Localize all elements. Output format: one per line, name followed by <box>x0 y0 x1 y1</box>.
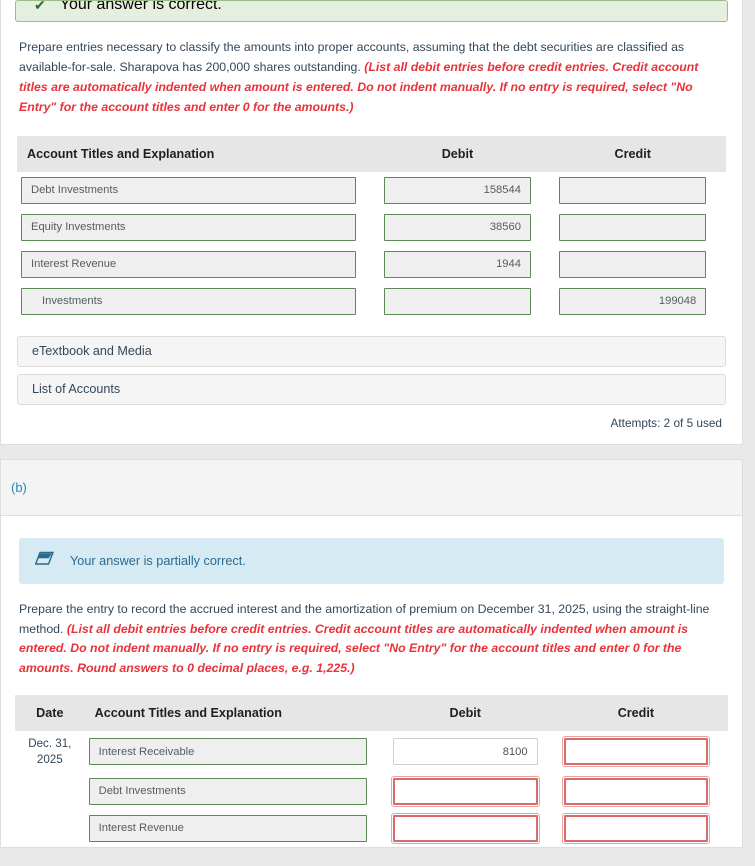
table-row: Debt Investments 158544 <box>17 172 726 209</box>
account-title-input[interactable]: Interest Receivable <box>88 738 367 766</box>
page-root: ✔ Your answer is correct. Prepare entrie… <box>0 0 755 866</box>
account-title-input[interactable]: Interest Revenue <box>88 814 367 842</box>
attempts-status: Attempts: 2 of 5 used <box>610 415 722 430</box>
credit-amount-input[interactable]: 199048 <box>559 287 707 315</box>
column-header-date: Date <box>15 695 85 732</box>
debit-amount-input[interactable]: 8100 <box>392 738 538 766</box>
partial-icon <box>34 551 55 571</box>
column-spacer <box>370 695 389 732</box>
column-spacer <box>712 695 728 732</box>
table-row: Dec. 31, 2025 Interest Receivable 8100 <box>15 731 728 772</box>
credit-amount-input[interactable] <box>561 812 711 844</box>
table-header-row: Date Account Titles and Explanation Debi… <box>15 695 728 732</box>
credit-amount-input[interactable] <box>559 250 707 278</box>
debit-amount-input[interactable]: 38560 <box>383 213 531 241</box>
table-row: Interest Revenue <box>15 810 728 847</box>
credit-amount-input[interactable] <box>561 736 711 768</box>
journal-entry-table-a: Account Titles and Explanation Debit Cre… <box>17 135 726 320</box>
column-header-credit: Credit <box>559 695 713 732</box>
status-banner-partial: Your answer is partially correct. <box>19 537 724 584</box>
account-title-input[interactable]: Interest Revenue <box>21 250 356 278</box>
account-title-input[interactable]: Debt Investments <box>21 176 356 204</box>
etextbook-and-media-button[interactable]: eTextbook and Media <box>17 335 726 367</box>
section-b-card: Your answer is partially correct. Prepar… <box>0 514 743 848</box>
entry-date <box>15 810 85 847</box>
section-b-prompt: Prepare the entry to record the accrued … <box>1 584 742 684</box>
account-title-input[interactable]: Equity Investments <box>21 213 356 241</box>
debit-amount-input[interactable]: 1944 <box>383 250 531 278</box>
list-of-accounts-button[interactable]: List of Accounts <box>17 373 726 405</box>
credit-amount-input[interactable] <box>559 213 707 241</box>
check-icon: ✔ <box>34 0 46 13</box>
table-row: Equity Investments 38560 <box>17 209 726 246</box>
column-spacer <box>534 135 556 172</box>
column-header-account: Account Titles and Explanation <box>17 135 360 172</box>
column-header-credit: Credit <box>555 135 711 172</box>
status-banner-partial-text: Your answer is partially correct. <box>70 553 246 568</box>
entry-date: Dec. 31, 2025 <box>28 737 72 766</box>
table-row: Interest Revenue 1944 <box>17 246 726 283</box>
debit-amount-input[interactable] <box>390 775 540 807</box>
credit-amount-input[interactable] <box>559 176 707 204</box>
section-b-table-wrapper: Date Account Titles and Explanation Debi… <box>1 683 742 846</box>
column-spacer <box>359 135 380 172</box>
column-header-account: Account Titles and Explanation <box>84 695 371 732</box>
section-b-header: (b) <box>0 458 743 515</box>
debit-amount-input[interactable] <box>383 287 531 315</box>
debit-amount-input[interactable] <box>390 812 540 844</box>
column-spacer <box>710 135 726 172</box>
credit-amount-input[interactable] <box>561 775 711 807</box>
journal-entry-rows-b: Dec. 31, 2025 Interest Receivable 8100 D… <box>15 731 728 846</box>
section-divider <box>0 445 755 459</box>
section-a-table-wrapper: Account Titles and Explanation Debit Cre… <box>1 122 742 320</box>
section-b-prompt-instructions: (List all debit entries before credit en… <box>19 621 688 676</box>
section-a-actions: eTextbook and Media List of Accounts <box>1 320 742 405</box>
journal-entry-table-b: Date Account Titles and Explanation Debi… <box>15 695 728 846</box>
table-row: Debt Investments <box>15 773 728 810</box>
table-header-row: Account Titles and Explanation Debit Cre… <box>17 135 726 172</box>
account-title-input[interactable]: Debt Investments <box>88 777 367 805</box>
account-title-input[interactable]: Investments <box>21 287 356 315</box>
column-header-debit: Debit <box>379 135 535 172</box>
column-spacer <box>541 695 560 732</box>
section-a-card: ✔ Your answer is correct. Prepare entrie… <box>0 0 743 445</box>
debit-amount-input[interactable]: 158544 <box>383 176 531 204</box>
entry-date <box>15 773 85 810</box>
column-header-debit: Debit <box>388 695 542 732</box>
section-b-label: (b) <box>11 479 27 495</box>
status-banner-correct: ✔ Your answer is correct. <box>15 0 728 22</box>
table-row: Investments 199048 <box>17 283 726 320</box>
status-banner-correct-text: Your answer is correct. <box>59 0 222 13</box>
section-a-prompt: Prepare entries necessary to classify th… <box>1 22 742 122</box>
journal-entry-rows-a: Debt Investments 158544 Equity Investmen… <box>17 172 726 320</box>
